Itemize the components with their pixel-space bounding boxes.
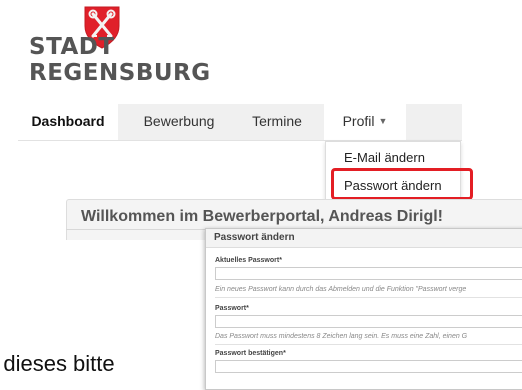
change-password-dialog: Passwort ändern Aktuelles Passwort* Ein … xyxy=(205,228,522,390)
tab-termine[interactable]: Termine xyxy=(238,104,316,140)
welcome-title: Willkommen im Bewerberportal, Andreas Di… xyxy=(81,208,444,225)
background-body-text: e dieses bitte xyxy=(0,351,115,376)
current-password-label: Aktuelles Passwort* xyxy=(215,257,282,264)
new-password-hint: Das Passwort muss mindestens 8 Zeichen l… xyxy=(215,333,468,340)
menu-item-email-aendern[interactable]: E-Mail ändern xyxy=(326,146,460,170)
logo-text-regensburg: REGENSBURG xyxy=(29,60,211,86)
tab-bewerbung[interactable]: Bewerbung xyxy=(130,104,228,140)
logo-text-stadt: STADT xyxy=(29,34,115,60)
tab-label: Dashboard xyxy=(31,113,105,129)
tab-dashboard[interactable]: Dashboard xyxy=(18,104,118,140)
dialog-title: Passwort ändern xyxy=(214,232,295,243)
tab-label: Bewerbung xyxy=(143,113,215,129)
caret-down-icon: ▼ xyxy=(378,116,388,126)
divider xyxy=(215,344,522,345)
confirm-password-input[interactable] xyxy=(215,360,522,373)
new-password-input[interactable] xyxy=(215,315,522,328)
tab-label: Termine xyxy=(252,113,302,129)
current-password-input[interactable] xyxy=(215,267,522,280)
divider xyxy=(215,297,522,298)
new-password-label: Passwort* xyxy=(215,305,249,312)
main-navbar: Dashboard Bewerbung Termine Profil ▼ xyxy=(18,104,462,141)
tab-label: Profil xyxy=(342,113,375,129)
tab-profil[interactable]: Profil ▼ xyxy=(324,104,406,140)
dialog-header: Passwort ändern xyxy=(206,229,522,248)
annotation-highlight-box xyxy=(331,168,473,200)
confirm-password-label: Passwort bestätigen* xyxy=(215,350,286,357)
current-password-hint: Ein neues Passwort kann durch das Abmeld… xyxy=(215,286,467,293)
